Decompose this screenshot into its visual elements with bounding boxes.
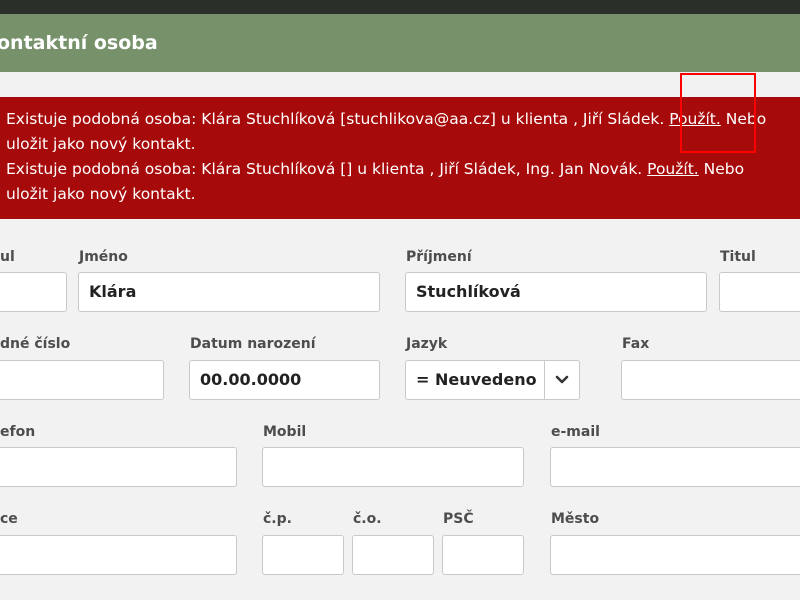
birth-date-input[interactable]: 00.00.0000 xyxy=(189,360,380,400)
label-datum-narozeni: Datum narození xyxy=(190,336,316,352)
city-input[interactable] xyxy=(550,535,800,575)
label-titul-before: ul xyxy=(0,249,15,265)
birth-number-input[interactable] xyxy=(0,360,164,400)
dialog-title: ontaktní osoba xyxy=(0,32,158,54)
use-person-link-1[interactable]: Použít. xyxy=(669,110,721,128)
email-input[interactable] xyxy=(550,447,800,487)
language-select-value: = Neuvedeno xyxy=(416,370,537,389)
label-fax: Fax xyxy=(622,336,650,352)
duplicate-person-alert: Existuje podobná osoba: Klára Stuchlíkov… xyxy=(0,97,800,219)
label-mesto: Město xyxy=(551,511,600,527)
label-jazyk: Jazyk xyxy=(406,336,448,352)
chevron-down-icon[interactable] xyxy=(544,361,579,399)
titul-after-input[interactable] xyxy=(719,272,800,312)
label-psc: PSČ xyxy=(443,511,474,527)
label-titul-after: Titul xyxy=(720,249,756,265)
phone-input[interactable] xyxy=(0,447,237,487)
last-name-input[interactable]: Stuchlíková xyxy=(405,272,707,312)
label-prijmeni: Příjmení xyxy=(406,249,472,265)
fax-input[interactable] xyxy=(621,360,800,400)
mobile-input[interactable] xyxy=(262,447,524,487)
alert-message-1: Existuje podobná osoba: Klára Stuchlíkov… xyxy=(6,110,767,128)
label-jmeno: Jméno xyxy=(79,249,128,265)
alert-message-1-wrap: uložit jako nový kontakt. xyxy=(6,135,196,153)
label-co: č.o. xyxy=(353,511,382,527)
first-name-input[interactable]: Klára xyxy=(78,272,380,312)
alert-message-2: Existuje podobná osoba: Klára Stuchlíkov… xyxy=(6,160,745,178)
label-telefon: efon xyxy=(0,424,36,440)
alert-message-2-wrap: uložit jako nový kontakt. xyxy=(6,185,196,203)
dialog-header: ontaktní osoba xyxy=(0,14,800,72)
label-cp: č.p. xyxy=(263,511,292,527)
use-person-link-2[interactable]: Použít. xyxy=(647,160,699,178)
label-email: e-mail xyxy=(551,424,600,440)
street-input[interactable] xyxy=(0,535,237,575)
orientation-number-input[interactable] xyxy=(352,535,434,575)
postal-code-input[interactable] xyxy=(442,535,524,575)
label-mobil: Mobil xyxy=(263,424,307,440)
language-select[interactable]: = Neuvedeno xyxy=(405,360,580,400)
label-ulice: ce xyxy=(0,511,18,527)
titul-before-input[interactable] xyxy=(0,272,67,312)
label-rodne-cislo: dné číslo xyxy=(0,336,71,352)
house-number-input[interactable] xyxy=(262,535,344,575)
top-bar xyxy=(0,0,800,14)
